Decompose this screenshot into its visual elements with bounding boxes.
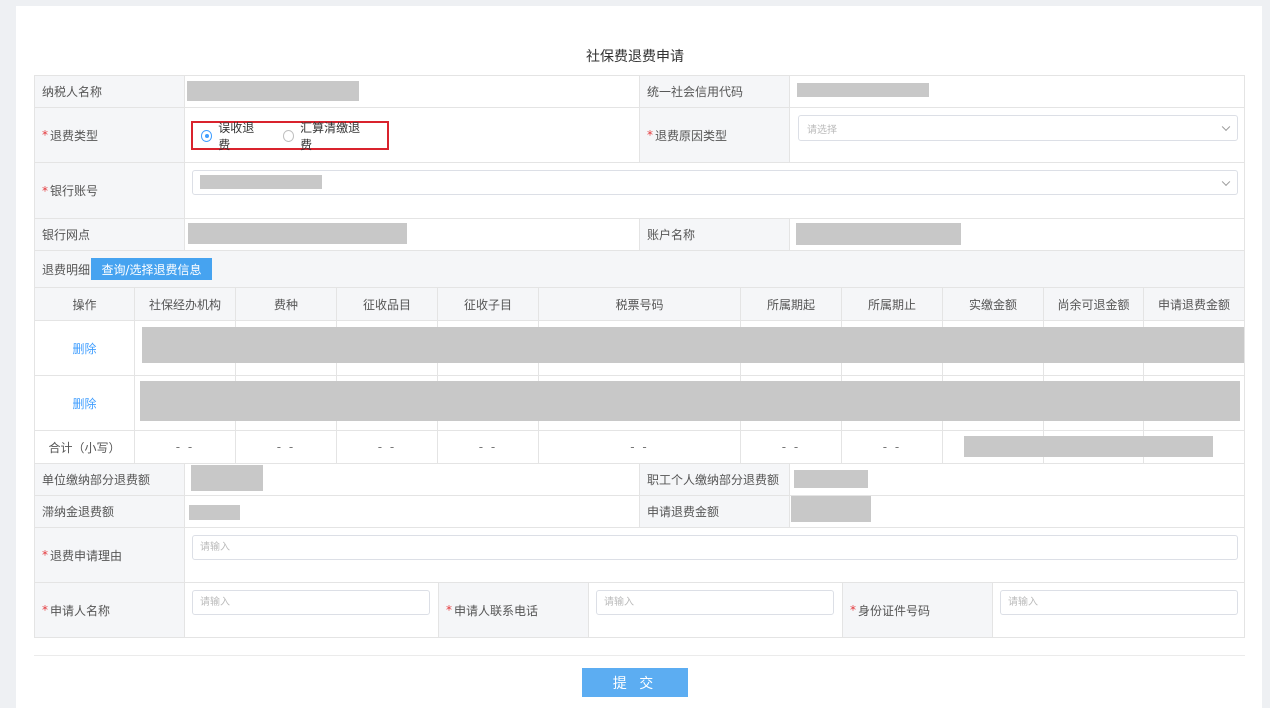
- id-number-input[interactable]: [1000, 590, 1238, 615]
- total-label: 合计（小写）: [48, 440, 121, 455]
- total-period-start: - -: [781, 440, 801, 454]
- footer-divider: [34, 655, 1245, 656]
- radio-misreceived[interactable]: 误收退费: [201, 119, 263, 153]
- apply-amount-value: [791, 496, 871, 522]
- applicant-name-input[interactable]: [192, 590, 430, 615]
- radio-checked-icon: [201, 129, 213, 142]
- applicant-phone-input[interactable]: [596, 590, 834, 615]
- taxpayer-name-value: [187, 81, 359, 101]
- submit-button[interactable]: 提 交: [582, 668, 688, 697]
- query-refund-info-button[interactable]: 查询/选择退费信息: [91, 258, 212, 280]
- total-fee-type: - -: [276, 440, 296, 454]
- total-agency: - -: [175, 440, 195, 454]
- late-fee-value: [189, 505, 240, 520]
- bank-account-value: [200, 175, 322, 189]
- page-title: 社保费退费申请: [586, 49, 684, 65]
- credit-code-value: [797, 83, 929, 97]
- total-amounts-value: [964, 436, 1213, 457]
- refund-type-radio-group: 误收退费 汇算清缴退费: [191, 119, 389, 153]
- radio-settlement[interactable]: 汇算清缴退费: [282, 119, 367, 153]
- bank-account-select[interactable]: [192, 170, 1238, 195]
- total-subitem: - -: [478, 440, 498, 454]
- account-name-value: [796, 223, 961, 245]
- delete-row-button[interactable]: 删除: [35, 321, 134, 375]
- bank-branch-value: [188, 223, 407, 244]
- unit-refund-value: [191, 465, 263, 491]
- chevron-down-icon: [1221, 122, 1231, 132]
- delete-row-button[interactable]: 删除: [35, 376, 134, 430]
- total-ticket-no: - -: [630, 440, 649, 454]
- chevron-down-icon: [1221, 177, 1231, 186]
- reason-input[interactable]: [192, 535, 1238, 560]
- table-row: [140, 381, 1240, 421]
- table-row: [142, 327, 1244, 363]
- personal-refund-value: [794, 470, 868, 488]
- refund-reason-select[interactable]: 请选择: [798, 115, 1238, 141]
- total-item: - -: [377, 440, 397, 454]
- total-period-end: - -: [882, 440, 902, 454]
- radio-unchecked-icon: [282, 129, 295, 142]
